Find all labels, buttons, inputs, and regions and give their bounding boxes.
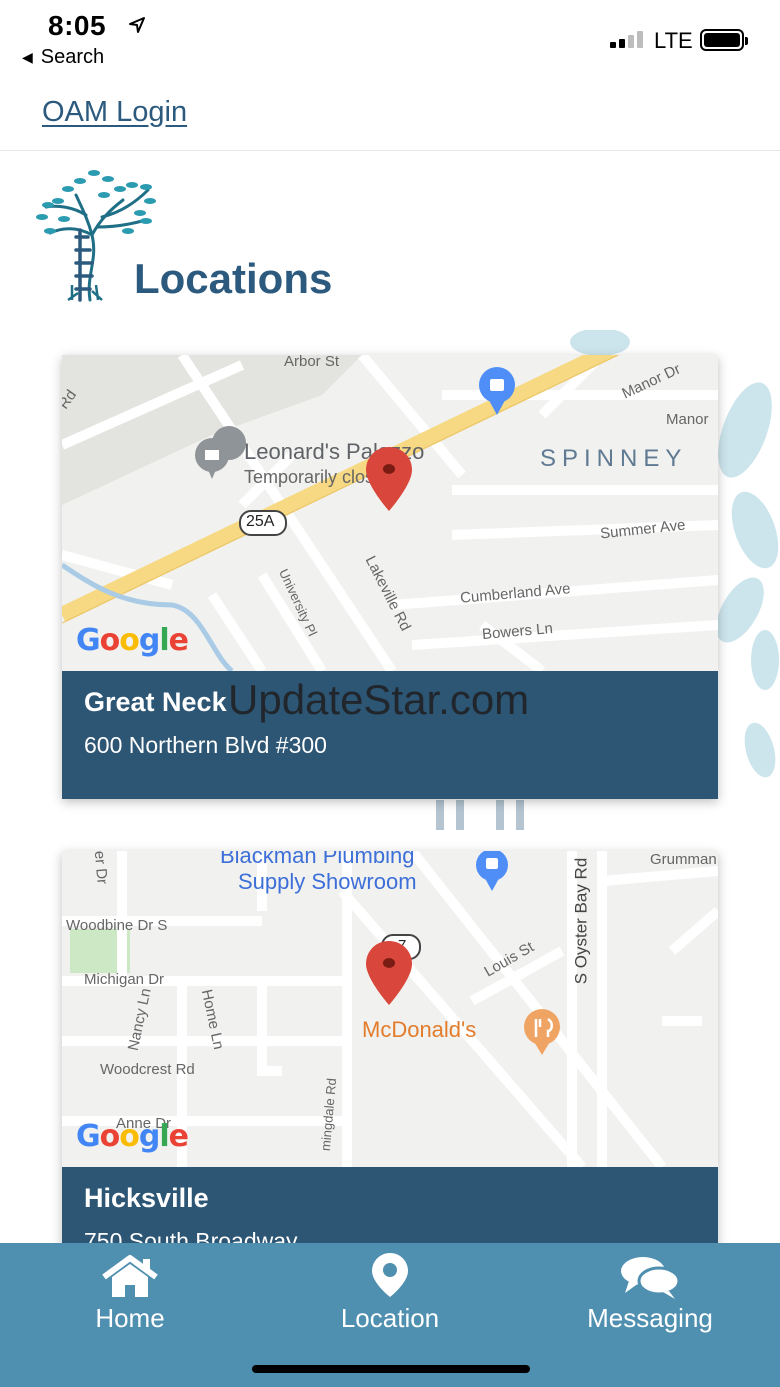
map-street-label: Michigan Dr (84, 971, 165, 988)
header-divider (0, 150, 780, 151)
home-icon (102, 1255, 158, 1297)
updatestar-watermark: UpdateStar.com (228, 676, 530, 723)
map-street-label: Manor (666, 411, 709, 428)
home-indicator[interactable] (252, 1365, 530, 1373)
tab-location[interactable]: Location (260, 1249, 520, 1334)
page-title: Locations (134, 255, 333, 302)
map-pin-icon (372, 1253, 408, 1297)
map-poi-name-line1: Blackman Plumbing (220, 851, 415, 868)
status-time: 8:05 (48, 10, 107, 41)
tab-messaging-label: Messaging (587, 1303, 713, 1333)
google-logo: Google (76, 1119, 189, 1154)
tab-messaging[interactable]: Messaging (520, 1249, 780, 1334)
tab-location-label: Location (340, 1303, 440, 1333)
battery-icon (700, 29, 748, 51)
location-arrow-icon (129, 17, 145, 33)
map-neighborhood-label: SPINNEY (540, 445, 688, 472)
network-type: LTE (654, 28, 693, 53)
map-street-label: Grumman (650, 851, 717, 868)
map-pin-icon (366, 941, 412, 1005)
route-shield-label: 25A (246, 513, 275, 530)
location-card-great-neck[interactable]: Arbor St Rd Manor Dr Manor Summer Ave Cu… (62, 355, 718, 799)
tab-home[interactable]: Home (0, 1249, 260, 1334)
google-logo: Google (76, 623, 189, 658)
map-street-label: er Dr (90, 851, 111, 885)
map-great-neck[interactable]: Arbor St Rd Manor Dr Manor Summer Ave Cu… (62, 355, 718, 671)
status-bar: 8:05 ◀ Search LTE (0, 0, 780, 80)
map-street-label: Arbor St (284, 355, 340, 370)
map-pin-icon (366, 447, 412, 511)
back-triangle-icon: ◀ (22, 49, 33, 65)
tab-home-label: Home (95, 1303, 165, 1333)
map-hicksville[interactable]: 7 Woodbine Dr S Michigan Dr Nancy Ln Hom… (62, 851, 718, 1167)
back-label: Search (40, 46, 105, 68)
location-info: Hicksville 750 South Broadway (62, 1167, 718, 1251)
signal-strength-icon (610, 30, 643, 48)
map-street-label: Woodbine Dr S (66, 917, 168, 934)
map-street-label: S Oyster Bay Rd (571, 857, 591, 985)
back-to-search-button[interactable]: ◀ Search (22, 46, 104, 69)
location-card-hicksville[interactable]: 7 Woodbine Dr S Michigan Dr Nancy Ln Hom… (62, 851, 718, 1251)
oam-login-link[interactable]: OAM Login (42, 96, 187, 129)
chat-bubbles-icon (621, 1257, 681, 1299)
map-restaurant-name: McDonald's (362, 1017, 477, 1042)
map-street-label: Woodcrest Rd (100, 1061, 195, 1078)
map-poi-name-line2: Supply Showroom (238, 869, 417, 894)
location-address: 600 Northern Blvd #300 (84, 732, 327, 758)
location-name: Hicksville (84, 1183, 209, 1213)
